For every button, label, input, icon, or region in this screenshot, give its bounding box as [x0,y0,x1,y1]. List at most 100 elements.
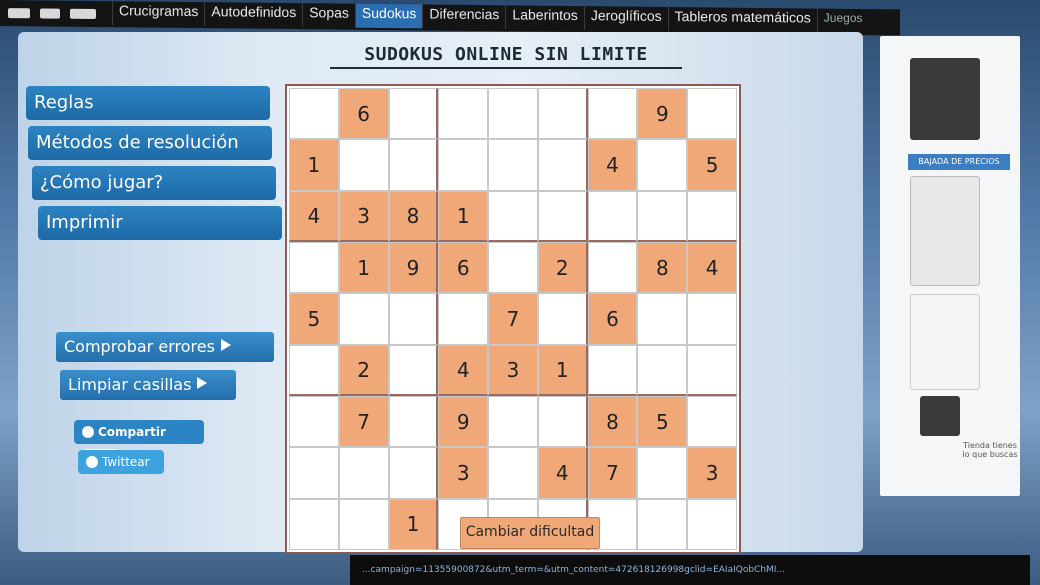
comprobar-errores-button[interactable]: Comprobar errores [56,332,274,362]
sudoku-cell[interactable]: 2 [537,241,588,294]
sudoku-cell[interactable]: 6 [587,293,638,345]
sudoku-cell[interactable] [687,395,737,448]
sudoku-cell[interactable] [289,498,339,550]
sudoku-cell[interactable] [388,293,439,345]
ad-product-image[interactable] [910,176,980,286]
sudoku-cell[interactable] [637,139,688,191]
como-jugar-button[interactable]: ¿Cómo jugar? [32,166,276,200]
sudoku-cell[interactable] [438,139,489,191]
sudoku-cell[interactable]: 4 [438,344,489,396]
sudoku-cell[interactable] [488,190,538,242]
home-icon[interactable] [40,8,60,19]
sudoku-cell[interactable]: 9 [637,88,688,140]
sudoku-cell[interactable]: 9 [438,395,489,448]
sudoku-cell[interactable]: 1 [388,498,439,550]
cambiar-dificultad-button[interactable]: Cambiar dificultad [460,517,600,549]
sudoku-cell[interactable] [289,344,339,396]
sudoku-cell[interactable] [338,498,389,550]
monitor-icon[interactable] [8,8,30,19]
sudoku-cell[interactable] [289,88,339,140]
sudoku-cell[interactable]: 1 [338,241,389,294]
sudoku-cell[interactable]: 8 [388,190,439,242]
sudoku-cell[interactable] [537,139,588,191]
nav-juegos[interactable]: Juegos [816,8,869,34]
nav-diferencias[interactable]: Diferencias [422,4,506,30]
sudoku-cell[interactable] [438,88,489,140]
sudoku-cell[interactable] [587,241,638,294]
sudoku-cell[interactable] [338,139,389,191]
sudoku-cell[interactable] [537,293,588,345]
sudoku-cell[interactable] [388,447,439,499]
sudoku-cell[interactable]: 7 [338,395,389,448]
folder-icon[interactable] [70,8,96,20]
sudoku-cell[interactable] [388,395,439,448]
sudoku-cell[interactable] [587,88,638,140]
sudoku-cell[interactable] [289,447,339,499]
ad-product-image[interactable] [920,396,960,436]
sudoku-cell[interactable]: 7 [488,293,538,345]
sudoku-cell[interactable]: 3 [438,447,489,499]
sudoku-cell[interactable] [388,139,439,191]
sudoku-cell[interactable] [637,498,688,550]
sudoku-cell[interactable] [537,395,588,448]
sudoku-cell[interactable]: 8 [587,395,638,448]
sudoku-cell[interactable]: 2 [338,344,389,396]
sudoku-cell[interactable] [537,190,588,242]
sudoku-cell[interactable] [687,498,737,550]
sudoku-cell[interactable] [587,190,638,242]
sudoku-cell[interactable] [637,447,688,499]
sudoku-cell[interactable] [488,241,538,294]
sudoku-cell[interactable] [687,344,737,396]
nav-sudokus[interactable]: Sudokus [354,3,423,29]
imprimir-button[interactable]: Imprimir [38,206,282,240]
sudoku-cell[interactable]: 8 [637,241,688,294]
sudoku-cell[interactable] [687,88,737,140]
sudoku-cell[interactable]: 1 [438,190,489,242]
nav-autodefinidos[interactable]: Autodefinidos [204,2,303,28]
ad-product-image[interactable] [910,294,980,390]
sudoku-cell[interactable] [687,190,737,242]
sudoku-cell[interactable]: 9 [388,241,439,294]
sudoku-cell[interactable] [438,293,489,345]
compartir-button[interactable]: Compartir 659 [74,420,204,463]
sudoku-cell[interactable] [338,447,389,499]
sudoku-cell[interactable] [637,344,688,396]
sudoku-cell[interactable]: 4 [537,447,588,499]
sudoku-cell[interactable] [289,241,339,294]
sudoku-cell[interactable]: 5 [289,293,339,345]
sudoku-cell[interactable]: 4 [289,190,339,242]
nav-jeroglificos[interactable]: Jeroglíficos [583,6,668,31]
sudoku-cell[interactable]: 4 [587,139,638,191]
nav-tableros[interactable]: Tableros matemáticos [667,6,817,33]
sudoku-cell[interactable]: 6 [438,241,489,294]
sudoku-cell[interactable]: 3 [488,344,538,396]
reglas-button[interactable]: Reglas [26,86,270,120]
sudoku-cell[interactable] [637,190,688,242]
sudoku-cell[interactable]: 1 [537,344,588,396]
limpiar-casillas-button[interactable]: Limpiar casillas [60,370,236,400]
sudoku-cell[interactable] [537,88,588,140]
nav-laberintos[interactable]: Laberintos [505,5,584,31]
sudoku-cell[interactable]: 1 [289,139,339,191]
sudoku-cell[interactable]: 5 [637,395,688,448]
sudoku-cell[interactable] [338,293,389,345]
sudoku-cell[interactable]: 3 [687,447,737,499]
ad-product-image[interactable] [910,58,980,140]
sudoku-cell[interactable] [488,139,538,191]
sudoku-cell[interactable] [388,344,439,396]
metodos-button[interactable]: Métodos de resolución [28,126,272,160]
ad-banner[interactable]: BAJADA DE PRECIOS [908,154,1010,170]
sudoku-cell[interactable]: 7 [587,447,638,499]
sudoku-cell[interactable]: 4 [687,241,737,294]
sudoku-cell[interactable] [587,344,638,396]
sudoku-cell[interactable]: 5 [687,139,737,191]
sudoku-cell[interactable] [488,447,538,499]
sudoku-cell[interactable]: 6 [338,88,389,140]
nav-crucigramas[interactable]: Crucigramas [112,1,205,27]
sudoku-cell[interactable] [289,395,339,448]
sudoku-cell[interactable]: 3 [338,190,389,242]
sudoku-cell[interactable] [388,88,439,140]
sudoku-cell[interactable] [637,293,688,345]
sudoku-cell[interactable] [687,293,737,345]
nav-sopas[interactable]: Sopas [302,3,355,28]
